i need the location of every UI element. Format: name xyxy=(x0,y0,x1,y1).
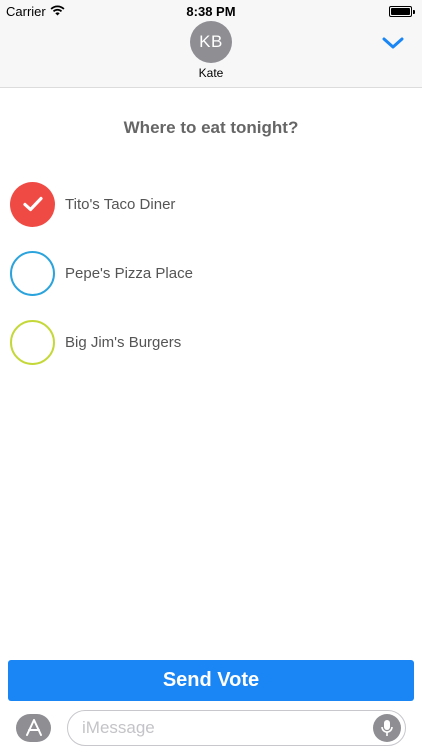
app-store-icon xyxy=(25,719,42,736)
poll-question: Where to eat tonight? xyxy=(123,118,299,137)
send-vote-button[interactable]: Send Vote xyxy=(8,660,414,701)
battery-level xyxy=(391,7,410,15)
option-label: Big Jim's Burgers xyxy=(65,333,182,351)
status-bar: Carrier 8:38 PM xyxy=(0,0,422,22)
option-selected-indicator[interactable] xyxy=(10,181,55,227)
contact-name[interactable]: Kate xyxy=(0,66,422,80)
status-time: 8:38 PM xyxy=(186,3,236,19)
option-radio-circle[interactable] xyxy=(10,250,55,296)
imessage-placeholder: iMessage xyxy=(82,718,155,737)
app-store-button[interactable] xyxy=(16,714,51,742)
imessage-app-screen: Carrier 8:38 PM KB Kate Where to eat ton… xyxy=(0,0,422,750)
microphone-button[interactable] xyxy=(373,714,401,742)
battery-icon xyxy=(389,5,415,17)
microphone-icon xyxy=(381,720,393,736)
poll-option-big-jims-burgers[interactable]: Big Jim's Burgers xyxy=(10,319,410,365)
option-label: Tito's Taco Diner xyxy=(65,195,176,213)
poll-option-titos-taco-diner[interactable]: Tito's Taco Diner xyxy=(10,181,410,227)
checkmark-icon xyxy=(22,196,43,212)
imessage-input[interactable]: iMessage xyxy=(67,710,406,746)
conversation-header: Carrier 8:38 PM KB Kate xyxy=(0,0,422,88)
collapse-button[interactable] xyxy=(380,31,406,55)
contact-avatar[interactable]: KB xyxy=(190,21,232,63)
poll-option-pepes-pizza-place[interactable]: Pepe's Pizza Place xyxy=(10,250,410,296)
message-input-bar: iMessage xyxy=(0,706,422,750)
option-radio-circle[interactable] xyxy=(10,319,55,365)
option-label: Pepe's Pizza Place xyxy=(65,264,193,282)
chevron-down-icon xyxy=(382,37,404,49)
